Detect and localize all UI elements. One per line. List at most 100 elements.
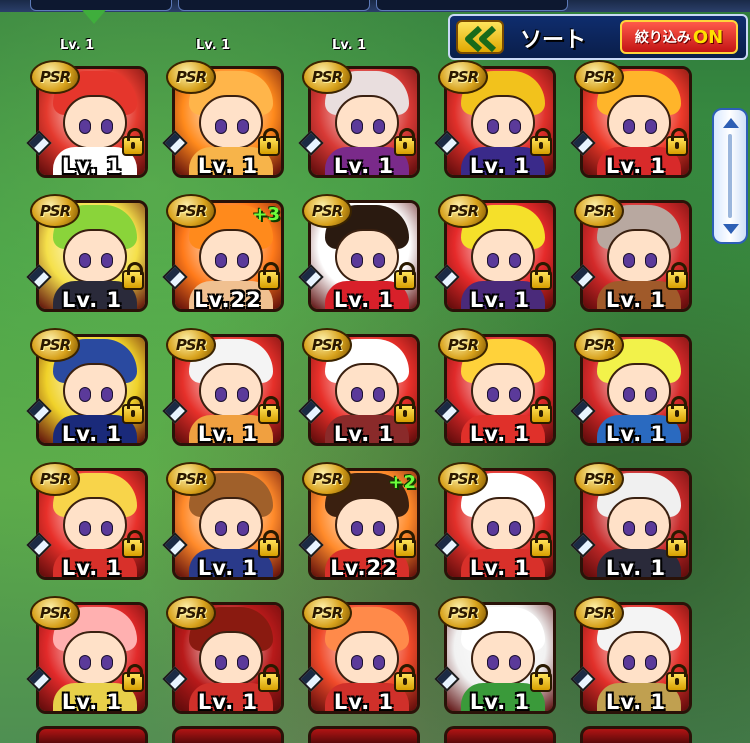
character-face — [335, 363, 399, 417]
character-card[interactable]: PSR Lv. 1 — [434, 194, 556, 312]
level-label: Lv. 1 — [333, 288, 395, 312]
psr-rarity-badge: PSR — [30, 60, 80, 94]
character-card[interactable]: PSR Lv. 1 — [26, 596, 148, 714]
psr-rarity-badge: PSR — [574, 328, 624, 362]
rarity-label: PSR — [175, 202, 207, 220]
scroll-down-arrow-icon[interactable] — [723, 224, 739, 234]
scroll-track[interactable] — [728, 134, 732, 218]
lock-icon[interactable] — [258, 664, 280, 692]
character-card[interactable]: PSR Lv. 1 — [570, 60, 692, 178]
lock-icon[interactable] — [666, 396, 688, 424]
rarity-label: PSR — [583, 336, 615, 354]
scrollbar[interactable] — [712, 108, 748, 244]
character-card[interactable]: PSR Lv. 1 — [570, 328, 692, 446]
eye-icon — [215, 387, 227, 402]
lock-icon[interactable] — [666, 530, 688, 558]
lock-icon[interactable] — [530, 128, 552, 156]
character-face — [199, 363, 263, 417]
lock-icon[interactable] — [122, 396, 144, 424]
character-face — [335, 497, 399, 551]
eye-icon — [487, 521, 499, 536]
lock-icon[interactable] — [530, 664, 552, 692]
lock-icon[interactable] — [666, 664, 688, 692]
eye-icon — [351, 387, 363, 402]
rarity-label: PSR — [39, 470, 71, 488]
lock-icon[interactable] — [394, 664, 416, 692]
character-card[interactable]: PSR Lv. 1 — [434, 60, 556, 178]
lock-icon[interactable] — [258, 262, 280, 290]
character-card[interactable]: PSR Lv. 1 — [298, 60, 420, 178]
lock-icon[interactable] — [394, 396, 416, 424]
rarity-label: PSR — [175, 336, 207, 354]
lock-icon[interactable] — [394, 262, 416, 290]
character-card[interactable]: PSR +2 Lv.22 — [298, 462, 420, 580]
character-card[interactable]: PSR Lv. 1 — [162, 328, 284, 446]
character-card[interactable]: PSR Lv. 1 — [570, 194, 692, 312]
psr-rarity-badge: PSR — [166, 328, 216, 362]
rarity-label: PSR — [39, 202, 71, 220]
lock-icon[interactable] — [122, 530, 144, 558]
character-card[interactable]: PSR Lv. 1 — [26, 194, 148, 312]
character-card[interactable]: PSR Lv. 1 — [162, 462, 284, 580]
character-card[interactable]: PSR Lv. 1 — [434, 462, 556, 580]
plus-badge: +2 — [388, 472, 416, 493]
lock-icon[interactable] — [122, 128, 144, 156]
psr-rarity-badge: PSR — [302, 596, 352, 630]
lock-icon[interactable] — [530, 396, 552, 424]
eye-icon — [623, 119, 635, 134]
character-card[interactable]: PSR Lv. 1 — [298, 194, 420, 312]
partial-card[interactable] — [308, 726, 420, 743]
eye-icon — [215, 253, 227, 268]
psr-rarity-badge: PSR — [574, 462, 624, 496]
eye-icon — [101, 387, 113, 402]
level-label: Lv. 1 — [605, 154, 667, 178]
psr-rarity-badge: PSR — [302, 462, 352, 496]
character-card[interactable]: PSR +3 Lv.22 — [162, 194, 284, 312]
character-card[interactable]: PSR Lv. 1 — [570, 462, 692, 580]
lock-icon[interactable] — [394, 530, 416, 558]
eye-icon — [215, 655, 227, 670]
character-card[interactable]: PSR Lv. 1 — [434, 328, 556, 446]
partial-card[interactable] — [172, 726, 284, 743]
level-label: Lv. 1 — [61, 288, 123, 312]
eye-icon — [101, 253, 113, 268]
eye-icon — [101, 119, 113, 134]
character-card[interactable]: PSR Lv. 1 — [298, 328, 420, 446]
level-label: Lv. 1 — [333, 154, 395, 178]
lock-icon[interactable] — [666, 262, 688, 290]
eye-icon — [645, 655, 657, 670]
partial-card[interactable] — [580, 726, 692, 743]
lock-icon[interactable] — [122, 262, 144, 290]
partial-card[interactable] — [444, 726, 556, 743]
level-label: Lv. 1 — [333, 690, 395, 714]
eye-icon — [373, 655, 385, 670]
lock-icon[interactable] — [394, 128, 416, 156]
lock-icon[interactable] — [258, 530, 280, 558]
level-label: Lv. 1 — [469, 288, 531, 312]
level-label: Lv. 1 — [469, 154, 531, 178]
character-card[interactable]: PSR Lv. 1 — [162, 596, 284, 714]
level-label: Lv. 1 — [61, 556, 123, 580]
character-card[interactable]: PSR Lv. 1 — [434, 596, 556, 714]
character-card[interactable]: PSR Lv. 1 — [26, 60, 148, 178]
character-face — [471, 631, 535, 685]
lock-icon[interactable] — [258, 128, 280, 156]
lock-icon[interactable] — [530, 262, 552, 290]
lock-icon[interactable] — [258, 396, 280, 424]
partial-card[interactable] — [36, 726, 148, 743]
eye-icon — [215, 119, 227, 134]
lock-icon[interactable] — [666, 128, 688, 156]
character-card[interactable]: PSR Lv. 1 — [26, 328, 148, 446]
lock-icon[interactable] — [122, 664, 144, 692]
character-card[interactable]: PSR Lv. 1 — [298, 596, 420, 714]
scroll-up-arrow-icon[interactable] — [723, 118, 739, 128]
level-label: Lv. 1 — [61, 154, 123, 178]
character-card[interactable]: PSR Lv. 1 — [26, 462, 148, 580]
character-face — [63, 229, 127, 283]
eye-icon — [645, 119, 657, 134]
character-card[interactable]: PSR Lv. 1 — [162, 60, 284, 178]
lock-icon[interactable] — [530, 530, 552, 558]
eye-icon — [351, 119, 363, 134]
character-card[interactable]: PSR Lv. 1 — [570, 596, 692, 714]
rarity-label: PSR — [583, 604, 615, 622]
